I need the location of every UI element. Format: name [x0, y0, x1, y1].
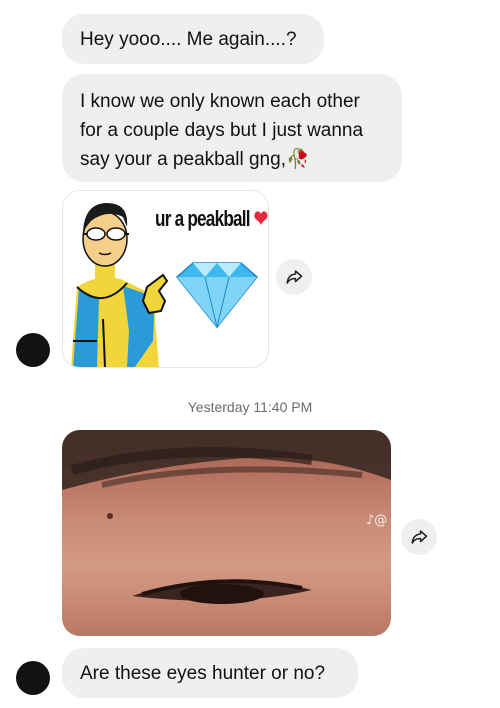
avatar[interactable]	[16, 333, 50, 367]
message-bubble-1[interactable]: Hey yooo.... Me again....?	[62, 14, 324, 64]
message-text: Are these eyes hunter or no?	[80, 663, 326, 684]
message-line: I know we only known each other	[80, 91, 360, 112]
message-line: for a couple days but I just wanna	[80, 120, 364, 141]
message-line: say your a peakball gng,🥀	[80, 149, 310, 170]
sticker-message[interactable]: ur a peakball ❤	[62, 190, 269, 368]
share-button[interactable]	[276, 259, 312, 295]
heart-emoji: ❤	[253, 206, 268, 231]
timestamp: Yesterday 11:40 PM	[187, 399, 313, 415]
photo-message[interactable]	[62, 430, 391, 636]
sticker-caption: ur a peakball ❤	[155, 206, 268, 231]
share-button[interactable]	[401, 519, 437, 555]
share-arrow-icon	[411, 530, 428, 544]
message-bubble-2[interactable]: I know we only known each other for a co…	[62, 74, 402, 182]
rose-emoji: 🥀	[285, 149, 310, 170]
message-text: Hey yooo.... Me again....?	[80, 29, 297, 50]
share-arrow-icon	[286, 270, 303, 284]
eye-photo-image	[62, 430, 391, 604]
diamond-icon	[175, 262, 259, 329]
message-bubble-3[interactable]: Are these eyes hunter or no?	[62, 648, 358, 698]
avatar[interactable]	[16, 661, 50, 695]
